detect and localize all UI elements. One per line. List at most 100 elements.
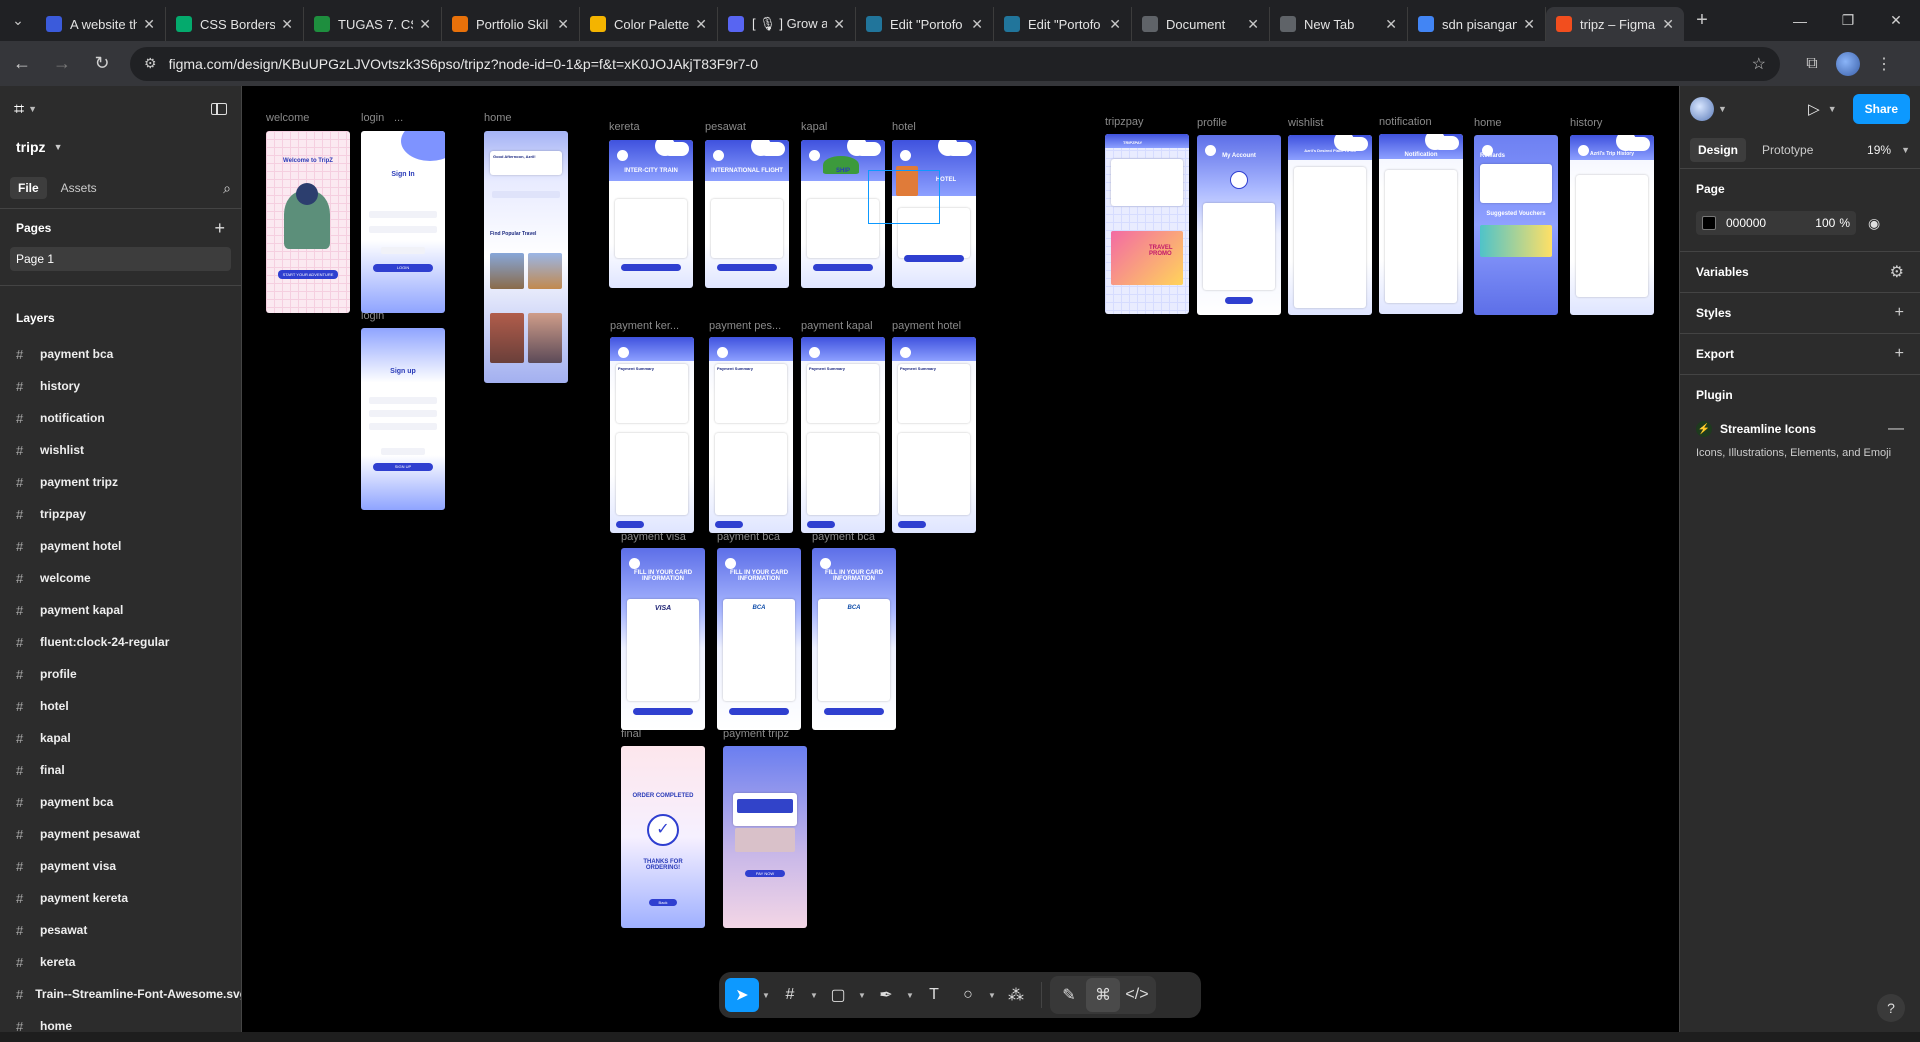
back-button[interactable] <box>809 150 820 161</box>
continue-button[interactable] <box>807 521 835 529</box>
layer-label[interactable]: pesawat <box>40 923 87 937</box>
payment-method-list[interactable] <box>715 433 787 516</box>
close-tab-icon[interactable]: ✕ <box>833 16 845 33</box>
browser-menu-icon[interactable]: ⋮ <box>1866 46 1902 82</box>
minimize-icon[interactable]: — <box>1776 0 1824 41</box>
project-title[interactable]: tripz <box>16 139 46 155</box>
layer-item[interactable]: # payment bca <box>0 338 241 370</box>
chevron-down-icon[interactable]: ▼ <box>807 978 821 1012</box>
back-button[interactable] <box>900 347 911 358</box>
frame-label-kereta[interactable]: kereta <box>609 121 640 133</box>
browser-tab[interactable]: Portfolio Skil ✕ <box>442 7 580 41</box>
back-button[interactable] <box>725 558 736 569</box>
close-tab-icon[interactable]: ✕ <box>1385 16 1397 33</box>
browser-tab[interactable]: Color Palette ✕ <box>580 7 718 41</box>
frame-welcome[interactable]: Welcome to TripZ START YOUR ADVENTURE <box>266 131 350 313</box>
tab-title[interactable]: TUGAS 7. CS <box>338 17 413 32</box>
tab-design[interactable]: Design <box>1690 138 1747 162</box>
sidebar-toggle-icon[interactable] <box>211 103 227 115</box>
payment-method-list[interactable] <box>616 433 688 516</box>
layer-item[interactable]: # fluent:clock-24-regular <box>0 626 241 658</box>
frame-label-pesawat[interactable]: pesawat <box>705 121 746 133</box>
tab-title[interactable]: Document <box>1166 17 1241 32</box>
card-form[interactable]: VISA <box>627 598 699 701</box>
frame-notification[interactable]: Notification <box>1379 134 1463 314</box>
layer-label[interactable]: payment pesawat <box>40 827 140 841</box>
project-name[interactable]: tripz ▼ <box>0 132 241 162</box>
book-button[interactable] <box>813 264 873 272</box>
tab-title[interactable]: Color Palette <box>614 17 689 32</box>
back-button[interactable] <box>629 558 640 569</box>
confirm-payment-button[interactable] <box>824 708 884 716</box>
tab-title[interactable]: New Tab <box>1304 17 1379 32</box>
social-login-row[interactable] <box>381 247 425 255</box>
layer-item[interactable]: # payment pesawat <box>0 818 241 850</box>
name-field[interactable] <box>369 397 437 405</box>
page-color-field[interactable]: 000000 100 % <box>1696 211 1856 235</box>
book-button[interactable] <box>621 264 681 272</box>
tab-title[interactable]: sdn pisangan <box>1442 17 1517 32</box>
start-adventure-button[interactable]: START YOUR ADVENTURE <box>278 270 338 279</box>
close-tab-icon[interactable]: ✕ <box>419 16 431 33</box>
back-button[interactable] <box>717 347 728 358</box>
browser-tab[interactable]: TUGAS 7. CS ✕ <box>304 7 442 41</box>
layer-label[interactable]: payment bca <box>40 347 113 361</box>
frame-final[interactable]: ORDER COMPLETED ✓ THANKS FOR ORDERING! B… <box>621 746 705 928</box>
category-row[interactable] <box>492 191 560 198</box>
layer-item[interactable]: # payment bca <box>0 786 241 818</box>
layer-item[interactable]: # profile <box>0 658 241 690</box>
book-button[interactable] <box>904 255 964 263</box>
forward-icon[interactable]: → <box>44 46 80 82</box>
actions-tool-icon[interactable]: ⁂ <box>999 978 1033 1012</box>
back-icon[interactable]: ← <box>4 46 40 82</box>
reload-icon[interactable]: ↻ <box>84 46 120 82</box>
frame-label-payment-kereta[interactable]: payment ker... <box>610 320 679 332</box>
chevron-down-icon[interactable]: ▼ <box>28 104 37 114</box>
profile-form[interactable] <box>1203 203 1275 290</box>
card-form[interactable]: BCA <box>818 598 890 701</box>
frame-kereta[interactable]: INTER-CITY TRAIN <box>609 140 693 288</box>
chevron-down-icon[interactable]: ▼ <box>1828 104 1837 114</box>
password-field[interactable] <box>369 422 437 430</box>
booking-form-card[interactable] <box>615 199 687 259</box>
email-field[interactable] <box>369 211 437 219</box>
tab-prototype[interactable]: Prototype <box>1754 138 1821 162</box>
layer-label[interactable]: welcome <box>40 571 91 585</box>
frame-label-history[interactable]: history <box>1570 117 1602 129</box>
tab-title[interactable]: [ 🎙 ] Grow a <box>752 16 827 32</box>
figma-menu-icon[interactable]: ⌗ <box>14 99 24 120</box>
add-export-icon[interactable]: + <box>1895 345 1904 363</box>
layer-label[interactable]: payment kereta <box>40 891 128 905</box>
close-tab-icon[interactable]: ✕ <box>1523 16 1535 33</box>
layer-item[interactable]: # Train--Streamline-Font-Awesome.svg <box>0 978 241 1010</box>
voucher-banner[interactable] <box>1480 225 1552 258</box>
layer-label[interactable]: kereta <box>40 955 75 969</box>
back-button[interactable] <box>617 150 628 161</box>
back-button[interactable] <box>820 558 831 569</box>
tab-title[interactable]: Edit "Portofo <box>1028 17 1103 32</box>
layer-label[interactable]: Train--Streamline-Font-Awesome.svg <box>35 987 241 1001</box>
frame-label-payment-hotel[interactable]: payment hotel <box>892 320 961 332</box>
variables-settings-icon[interactable]: ⚙ <box>1890 262 1904 282</box>
extensions-icon[interactable]: ⧉ <box>1794 46 1830 82</box>
history-list[interactable] <box>1576 174 1648 297</box>
tab-title[interactable]: A website th <box>70 17 137 32</box>
layer-item[interactable]: # wishlist <box>0 434 241 466</box>
frame-home[interactable]: Good Afternoon, Azril! Find Popular Trav… <box>484 131 568 383</box>
frame-payment-pesawat[interactable]: Payment Summary <box>709 337 793 533</box>
layer-item[interactable]: # pesawat <box>0 914 241 946</box>
pin-input[interactable] <box>735 828 795 852</box>
browser-tab[interactable]: New Tab ✕ <box>1270 7 1408 41</box>
frame-payment-bca[interactable]: FILL IN YOUR CARD INFORMATION BCA <box>812 548 896 730</box>
destination-thumbnail[interactable] <box>528 253 562 289</box>
chevron-down-icon[interactable]: ▼ <box>759 978 773 1012</box>
frame-label-wishlist[interactable]: wishlist <box>1288 117 1323 129</box>
zoom-level[interactable]: 19% <box>1867 143 1891 157</box>
tab-assets[interactable]: Assets <box>53 177 105 199</box>
frame-label-notification[interactable]: notification <box>1379 116 1432 128</box>
layer-item[interactable]: # payment kereta <box>0 882 241 914</box>
close-tab-icon[interactable]: ✕ <box>281 16 293 33</box>
continue-button[interactable] <box>616 521 644 529</box>
payment-method-list[interactable] <box>807 433 879 516</box>
chevron-down-icon[interactable]: ▼ <box>1718 104 1727 114</box>
